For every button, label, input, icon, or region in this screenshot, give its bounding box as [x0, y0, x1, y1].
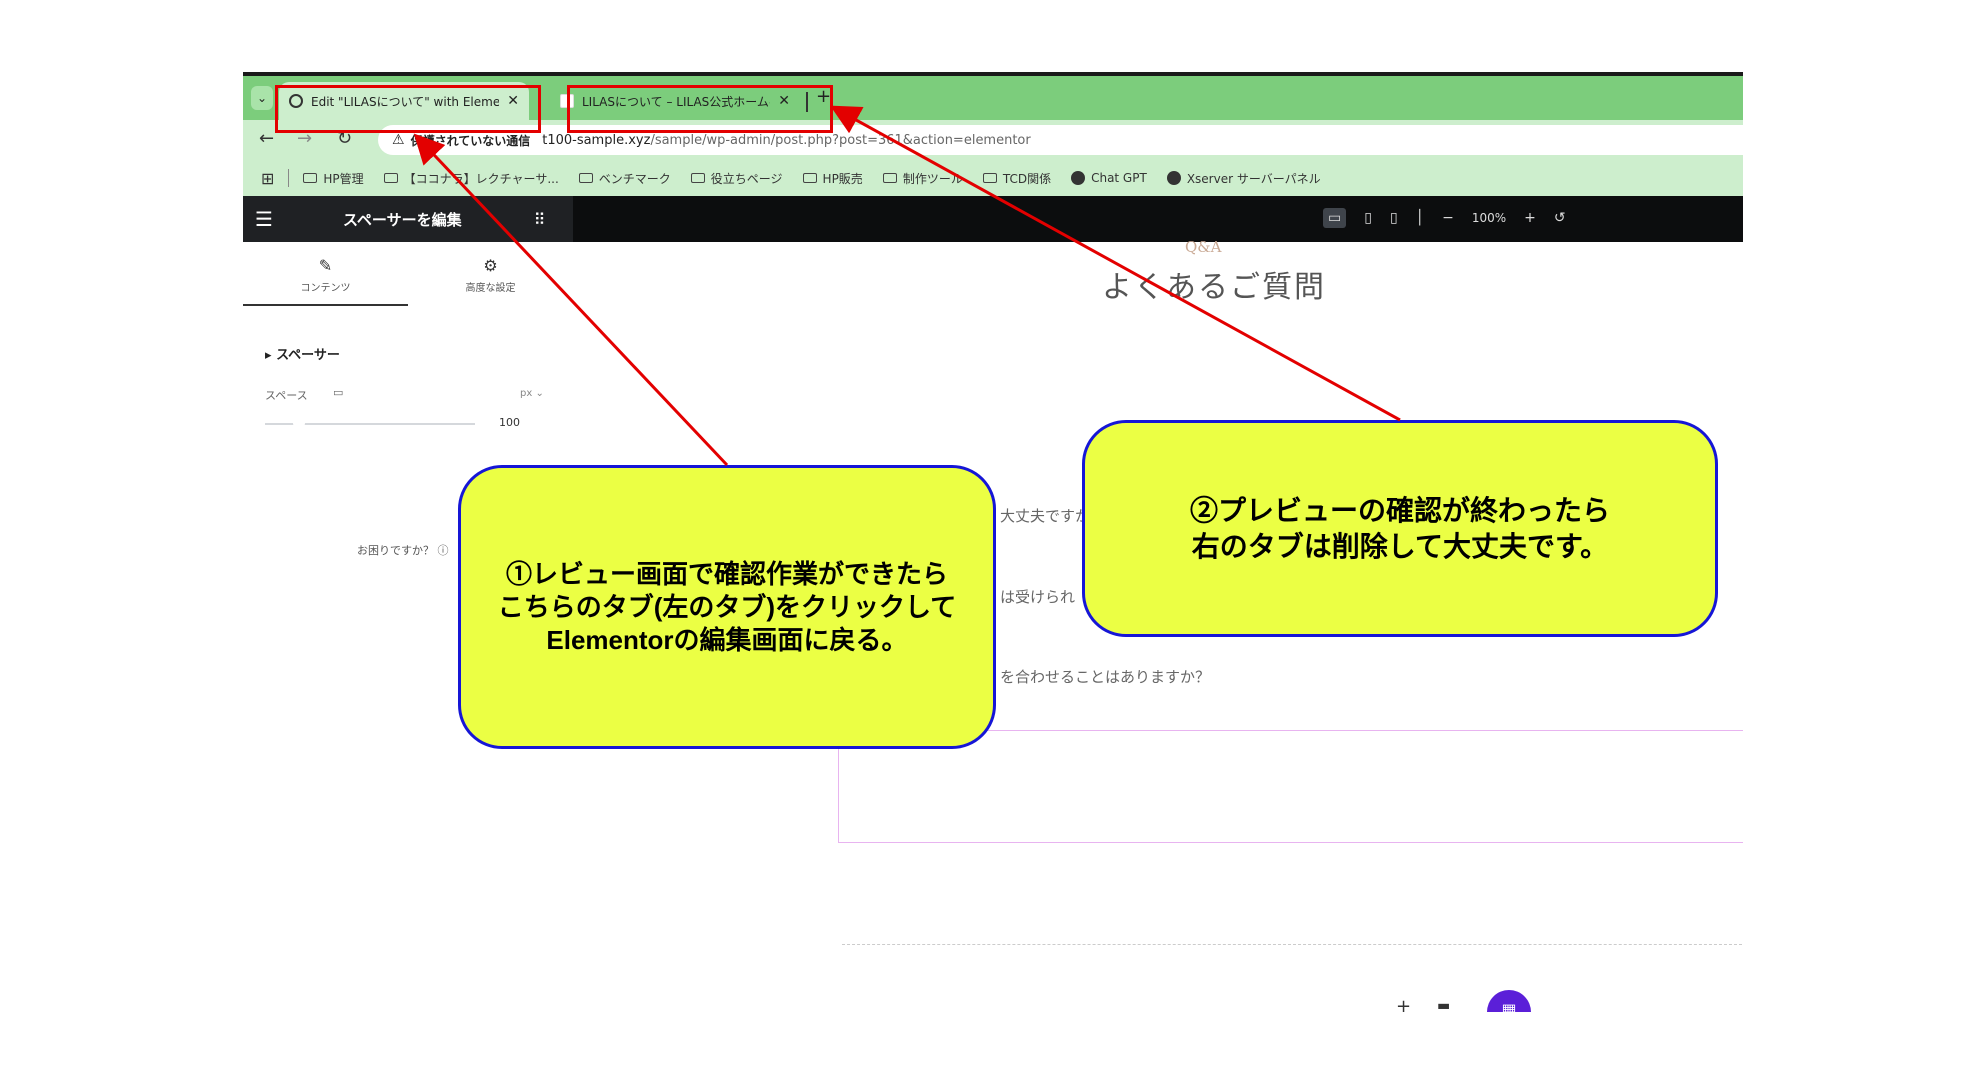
arrow-to-left-tab	[413, 133, 729, 467]
arrow-to-right-tab	[830, 105, 1401, 422]
annotation-arrows	[413, 105, 1401, 467]
